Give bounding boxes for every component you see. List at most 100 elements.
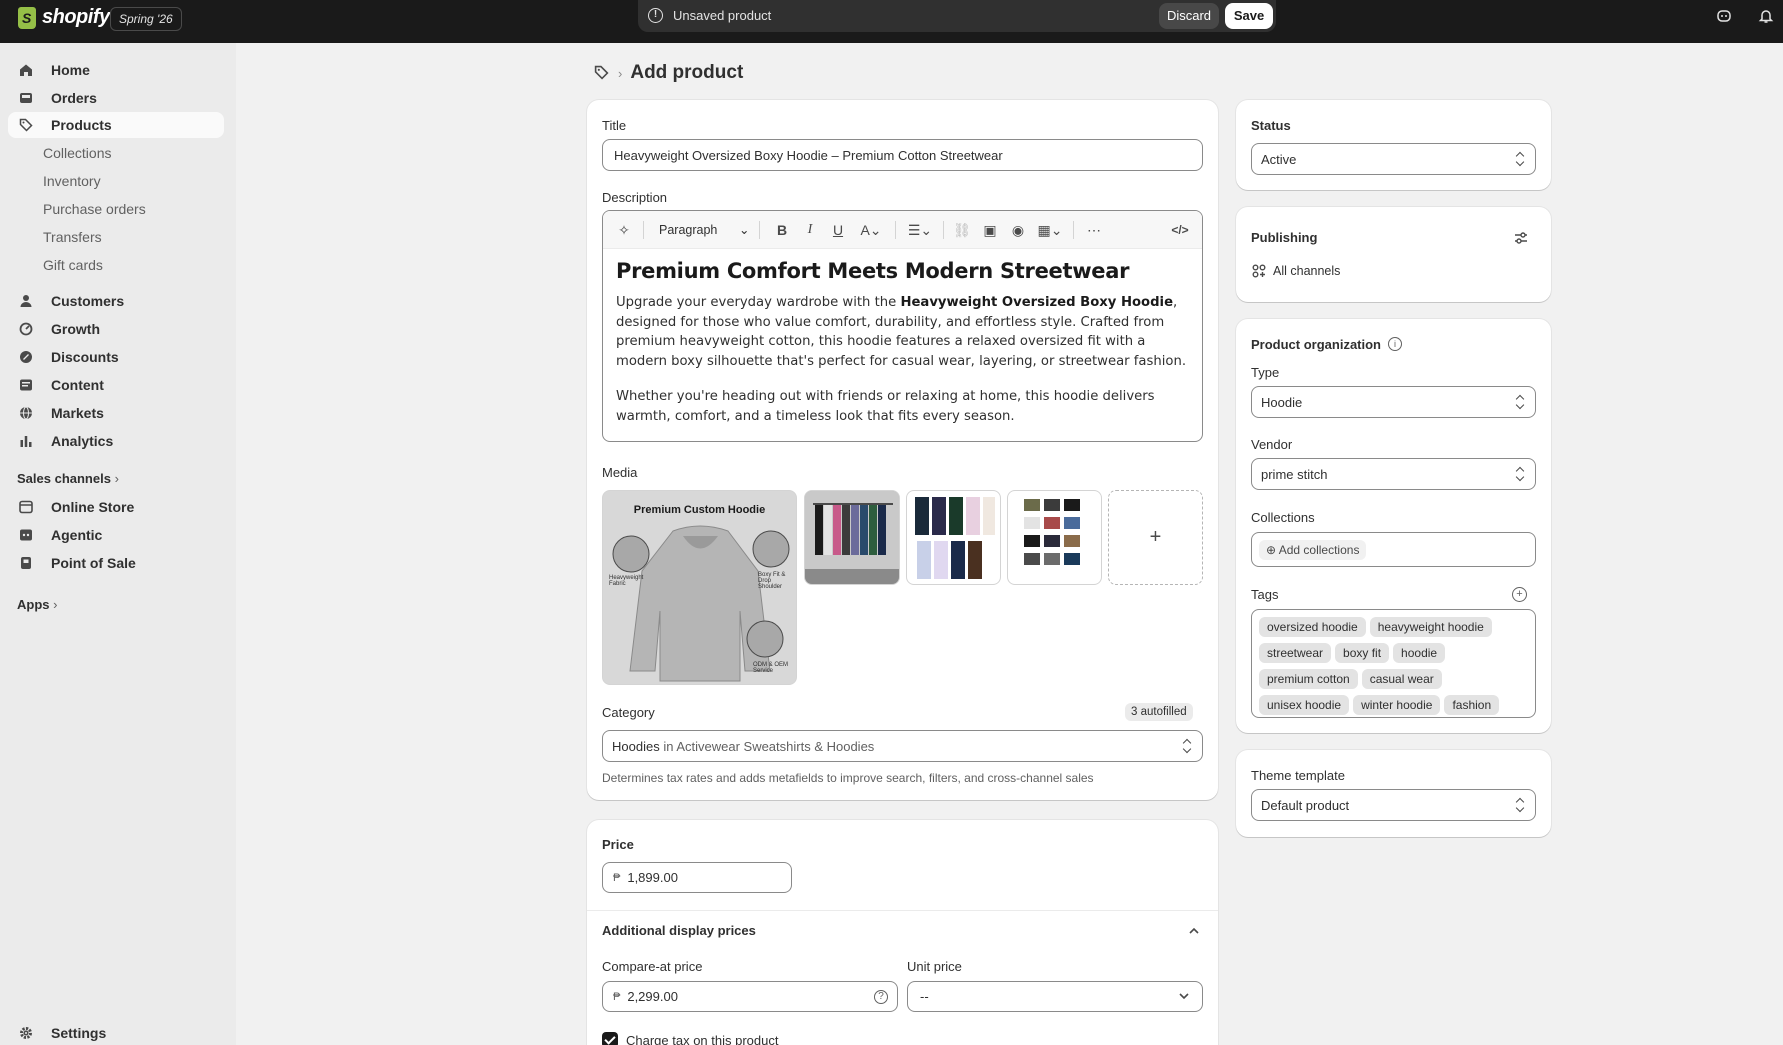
tag-chip[interactable]: streetwear <box>1259 643 1332 663</box>
tag-chip[interactable]: unisex hoodie <box>1259 695 1350 715</box>
tag-chip[interactable]: fashion <box>1444 695 1500 715</box>
align-icon[interactable]: ☰⌄ <box>905 221 935 239</box>
collections-input[interactable]: ⊕ Add collections <box>1251 532 1536 567</box>
sidebar-item-inventory[interactable]: Inventory <box>8 168 224 194</box>
publishing-channels[interactable]: All channels <box>1273 264 1340 278</box>
sidebar-item-collections[interactable]: Collections <box>8 140 224 166</box>
media-thumbnail[interactable] <box>804 490 900 585</box>
sidebar-item-home[interactable]: Home <box>8 57 224 83</box>
magic-wand-icon[interactable]: ✧ <box>615 221 633 239</box>
description-heading: Premium Comfort Meets Modern Streetwear <box>616 259 1130 283</box>
sidekick-icon[interactable] <box>1715 8 1733 26</box>
tag-icon[interactable] <box>594 65 610 81</box>
sidebar-item-customers[interactable]: Customers <box>8 288 224 314</box>
sidebar-item-online-store[interactable]: Online Store <box>8 494 224 520</box>
link-icon[interactable]: ⛓ <box>953 221 971 239</box>
italic-icon[interactable]: I <box>801 221 819 239</box>
vendor-select[interactable]: prime stitch <box>1251 458 1536 490</box>
media-callout: Heavyweight Fabric <box>609 575 644 587</box>
bold-icon[interactable]: B <box>773 221 791 239</box>
add-tag-icon[interactable]: + <box>1512 587 1527 602</box>
info-icon[interactable]: i <box>1388 337 1402 351</box>
sidebar-item-label: Content <box>51 377 104 393</box>
description-editor: ✧ Paragraph ⌄ B I U A⌄ ☰⌄ ⛓ ▣ ◉ ▦⌄ ⋯ </> … <box>602 210 1203 442</box>
image-icon[interactable]: ▣ <box>981 221 999 239</box>
media-thumbnail[interactable] <box>1007 490 1102 585</box>
sales-channels-header[interactable]: Sales channels › <box>17 471 119 486</box>
add-media-button[interactable]: + <box>1108 490 1203 585</box>
tag-chip[interactable]: oversized hoodie <box>1259 617 1366 637</box>
sidebar-item-growth[interactable]: Growth <box>8 316 224 342</box>
tag-chip[interactable]: hoodie <box>1393 643 1446 663</box>
organization-label: Product organization <box>1251 337 1381 352</box>
editor-toolbar: ✧ Paragraph ⌄ B I U A⌄ ☰⌄ ⛓ ▣ ◉ ▦⌄ ⋯ </> <box>603 211 1202 249</box>
category-select[interactable]: Hoodies in Activewear Sweatshirts & Hood… <box>602 730 1203 762</box>
video-icon[interactable]: ◉ <box>1009 221 1027 239</box>
sidebar-item-label: Markets <box>51 405 104 421</box>
apps-header[interactable]: Apps › <box>17 597 57 612</box>
sidebar-item-label: Analytics <box>51 433 114 449</box>
tag-chip[interactable]: winter hoodie <box>1353 695 1441 715</box>
type-select[interactable]: Hoodie <box>1251 386 1536 418</box>
paragraph-style-select[interactable]: Paragraph ⌄ <box>659 221 749 239</box>
more-icon[interactable]: ⋯ <box>1083 221 1105 239</box>
chevron-up-icon[interactable] <box>1188 925 1200 937</box>
code-icon[interactable]: </> <box>1169 221 1191 239</box>
tag-chip[interactable]: casual wear <box>1361 669 1442 689</box>
select-arrows-icon <box>1182 739 1192 753</box>
underline-icon[interactable]: U <box>829 221 847 239</box>
tags-input[interactable]: oversized hoodie heavyweight hoodie street… <box>1251 609 1536 718</box>
settings-sliders-icon[interactable] <box>1513 230 1529 246</box>
sidebar-item-content[interactable]: Content <box>8 372 224 398</box>
discard-button[interactable]: Discard <box>1159 3 1219 29</box>
sidebar-item-agentic[interactable]: Agentic <box>8 522 224 548</box>
sidebar-item-markets[interactable]: Markets <box>8 400 224 426</box>
compare-at-label: Compare-at price <box>602 959 703 974</box>
sidebar-item-discounts[interactable]: Discounts <box>8 344 224 370</box>
media-thumbnail[interactable] <box>906 490 1001 585</box>
table-icon[interactable]: ▦⌄ <box>1035 221 1065 239</box>
sidebar-item-analytics[interactable]: Analytics <box>8 428 224 454</box>
sidebar-item-gift-cards[interactable]: Gift cards <box>8 252 224 278</box>
gauge-icon <box>18 321 34 337</box>
content-icon <box>18 377 34 393</box>
theme-template-value: Default product <box>1261 797 1350 813</box>
price-input[interactable]: ₱ 1,899.00 <box>602 862 792 893</box>
tag-chip[interactable]: boxy fit <box>1335 643 1390 663</box>
sidebar-item-products[interactable]: Products <box>8 112 224 138</box>
bell-icon[interactable] <box>1757 8 1775 26</box>
bar-chart-icon <box>18 433 34 449</box>
media-thumbnail-main[interactable]: Premium Custom Hoodie Heavyweight Fabric… <box>602 490 797 685</box>
compare-at-input[interactable]: ₱ 2,299.00 ? <box>602 981 898 1012</box>
editor-content[interactable]: Premium Comfort Meets Modern Streetwear … <box>616 259 1191 441</box>
text-color-icon[interactable]: A⌄ <box>857 221 885 239</box>
sidebar-item-transfers[interactable]: Transfers <box>8 224 224 250</box>
media-callout: Boxy Fit & Drop Shoulder <box>758 572 786 590</box>
sidebar-item-label: Online Store <box>51 499 135 515</box>
sidebar-item-settings[interactable]: Settings <box>8 1020 224 1045</box>
discount-icon <box>18 349 34 365</box>
additional-prices-label[interactable]: Additional display prices <box>602 923 756 938</box>
tag-chip[interactable]: heavyweight hoodie <box>1369 617 1492 637</box>
help-icon[interactable]: ? <box>874 990 888 1004</box>
add-collections-button[interactable]: ⊕ Add collections <box>1259 539 1367 560</box>
tag-chip[interactable]: premium cotton <box>1259 669 1358 689</box>
sidebar-item-purchase-orders[interactable]: Purchase orders <box>8 196 224 222</box>
sidebar-item-orders[interactable]: Orders <box>8 85 224 111</box>
charge-tax-checkbox[interactable] <box>602 1032 618 1045</box>
save-button[interactable]: Save <box>1225 3 1273 29</box>
pos-icon <box>18 555 34 571</box>
sidebar-item-point-of-sale[interactable]: Point of Sale <box>8 550 224 576</box>
add-collections-label: Add collections <box>1278 542 1360 557</box>
shopify-logo[interactable]: shopify <box>18 6 110 29</box>
status-select[interactable]: Active <box>1251 143 1536 175</box>
theme-template-select[interactable]: Default product <box>1251 789 1536 821</box>
unit-price-select[interactable]: -- <box>907 981 1203 1012</box>
breadcrumb: › Add product <box>594 62 743 84</box>
sidebar-item-label: Growth <box>51 321 100 337</box>
sidebar-item-label: Agentic <box>51 527 103 543</box>
title-input[interactable]: Heavyweight Oversized Boxy Hoodie – Prem… <box>602 139 1203 171</box>
edition-badge[interactable]: Spring '26 <box>110 7 182 31</box>
sales-channels-label: Sales channels <box>17 471 111 486</box>
tags-label: Tags <box>1251 587 1279 602</box>
